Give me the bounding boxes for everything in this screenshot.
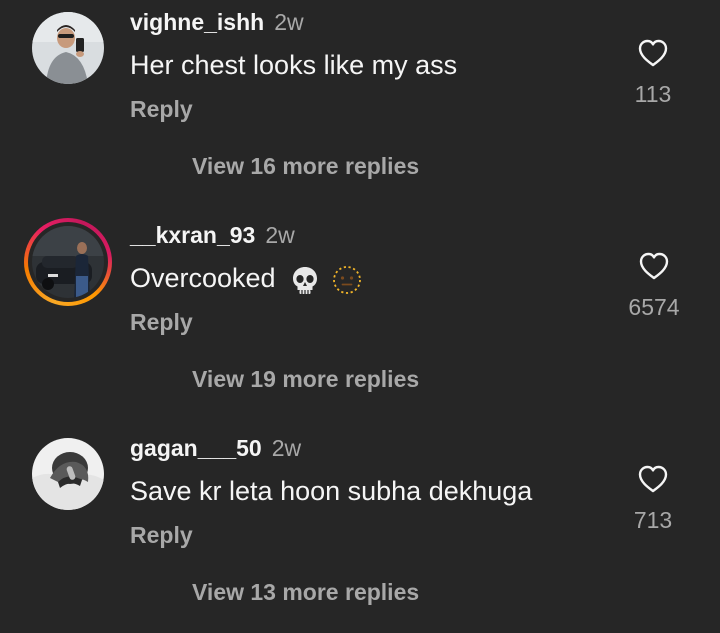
view-more-replies-button[interactable]: View 16 more replies bbox=[192, 152, 419, 180]
username[interactable]: __kxran_93 bbox=[130, 222, 255, 248]
avatar-image bbox=[32, 438, 104, 510]
view-more-replies-button[interactable]: View 13 more replies bbox=[192, 578, 419, 606]
view-more-replies-button[interactable]: View 19 more replies bbox=[192, 365, 419, 393]
avatar-image bbox=[32, 226, 104, 298]
avatar[interactable] bbox=[32, 12, 104, 84]
heart-outline-icon[interactable] bbox=[637, 38, 669, 68]
comment-text: Her chest looks like my ass bbox=[130, 48, 457, 82]
timestamp: 2w bbox=[271, 435, 302, 461]
username[interactable]: gagan___50 bbox=[130, 435, 262, 461]
avatar[interactable] bbox=[32, 438, 104, 510]
skull-emoji bbox=[293, 266, 318, 294]
dotted-face-emoji bbox=[332, 265, 361, 294]
comment-item: __kxran_93 2w Overcooked Reply View 19 mo… bbox=[0, 213, 720, 426]
timestamp: 2w bbox=[265, 222, 295, 248]
like-button[interactable]: 6574 bbox=[616, 251, 692, 321]
comment-text: Save kr leta hoon subha dekhuga bbox=[130, 474, 532, 508]
heart-outline-icon[interactable] bbox=[637, 464, 669, 494]
reply-button[interactable]: Reply bbox=[130, 308, 193, 336]
avatar-image bbox=[32, 12, 104, 84]
comment-text-body: Save kr leta hoon subha dekhuga bbox=[130, 476, 533, 506]
timestamp: 2w bbox=[274, 9, 304, 35]
reply-button[interactable]: Reply bbox=[130, 95, 193, 123]
comment-text-body: Overcooked bbox=[130, 263, 276, 293]
like-count: 6574 bbox=[628, 294, 680, 320]
like-count: 113 bbox=[634, 81, 672, 107]
comment-item: gagan___50 2w Save kr leta hoon subha dek… bbox=[0, 426, 720, 633]
username[interactable]: vighne_ishh bbox=[130, 9, 264, 35]
avatar-story-ring[interactable] bbox=[24, 218, 112, 306]
comment-header: __kxran_93 2w bbox=[130, 221, 295, 249]
comment-item: vighne_ishh 2w Her chest looks like my as… bbox=[0, 0, 720, 213]
heart-outline-icon[interactable] bbox=[638, 251, 670, 281]
comment-header: vighne_ishh 2w bbox=[130, 8, 304, 36]
like-count: 713 bbox=[633, 507, 673, 533]
like-button[interactable]: 713 bbox=[618, 464, 688, 534]
reply-button[interactable]: Reply bbox=[130, 521, 193, 549]
comment-header: gagan___50 2w bbox=[130, 434, 301, 462]
like-button[interactable]: 113 bbox=[618, 38, 688, 108]
comment-text: Overcooked bbox=[130, 261, 363, 296]
comment-text-body: Her chest looks like my ass bbox=[130, 50, 458, 80]
